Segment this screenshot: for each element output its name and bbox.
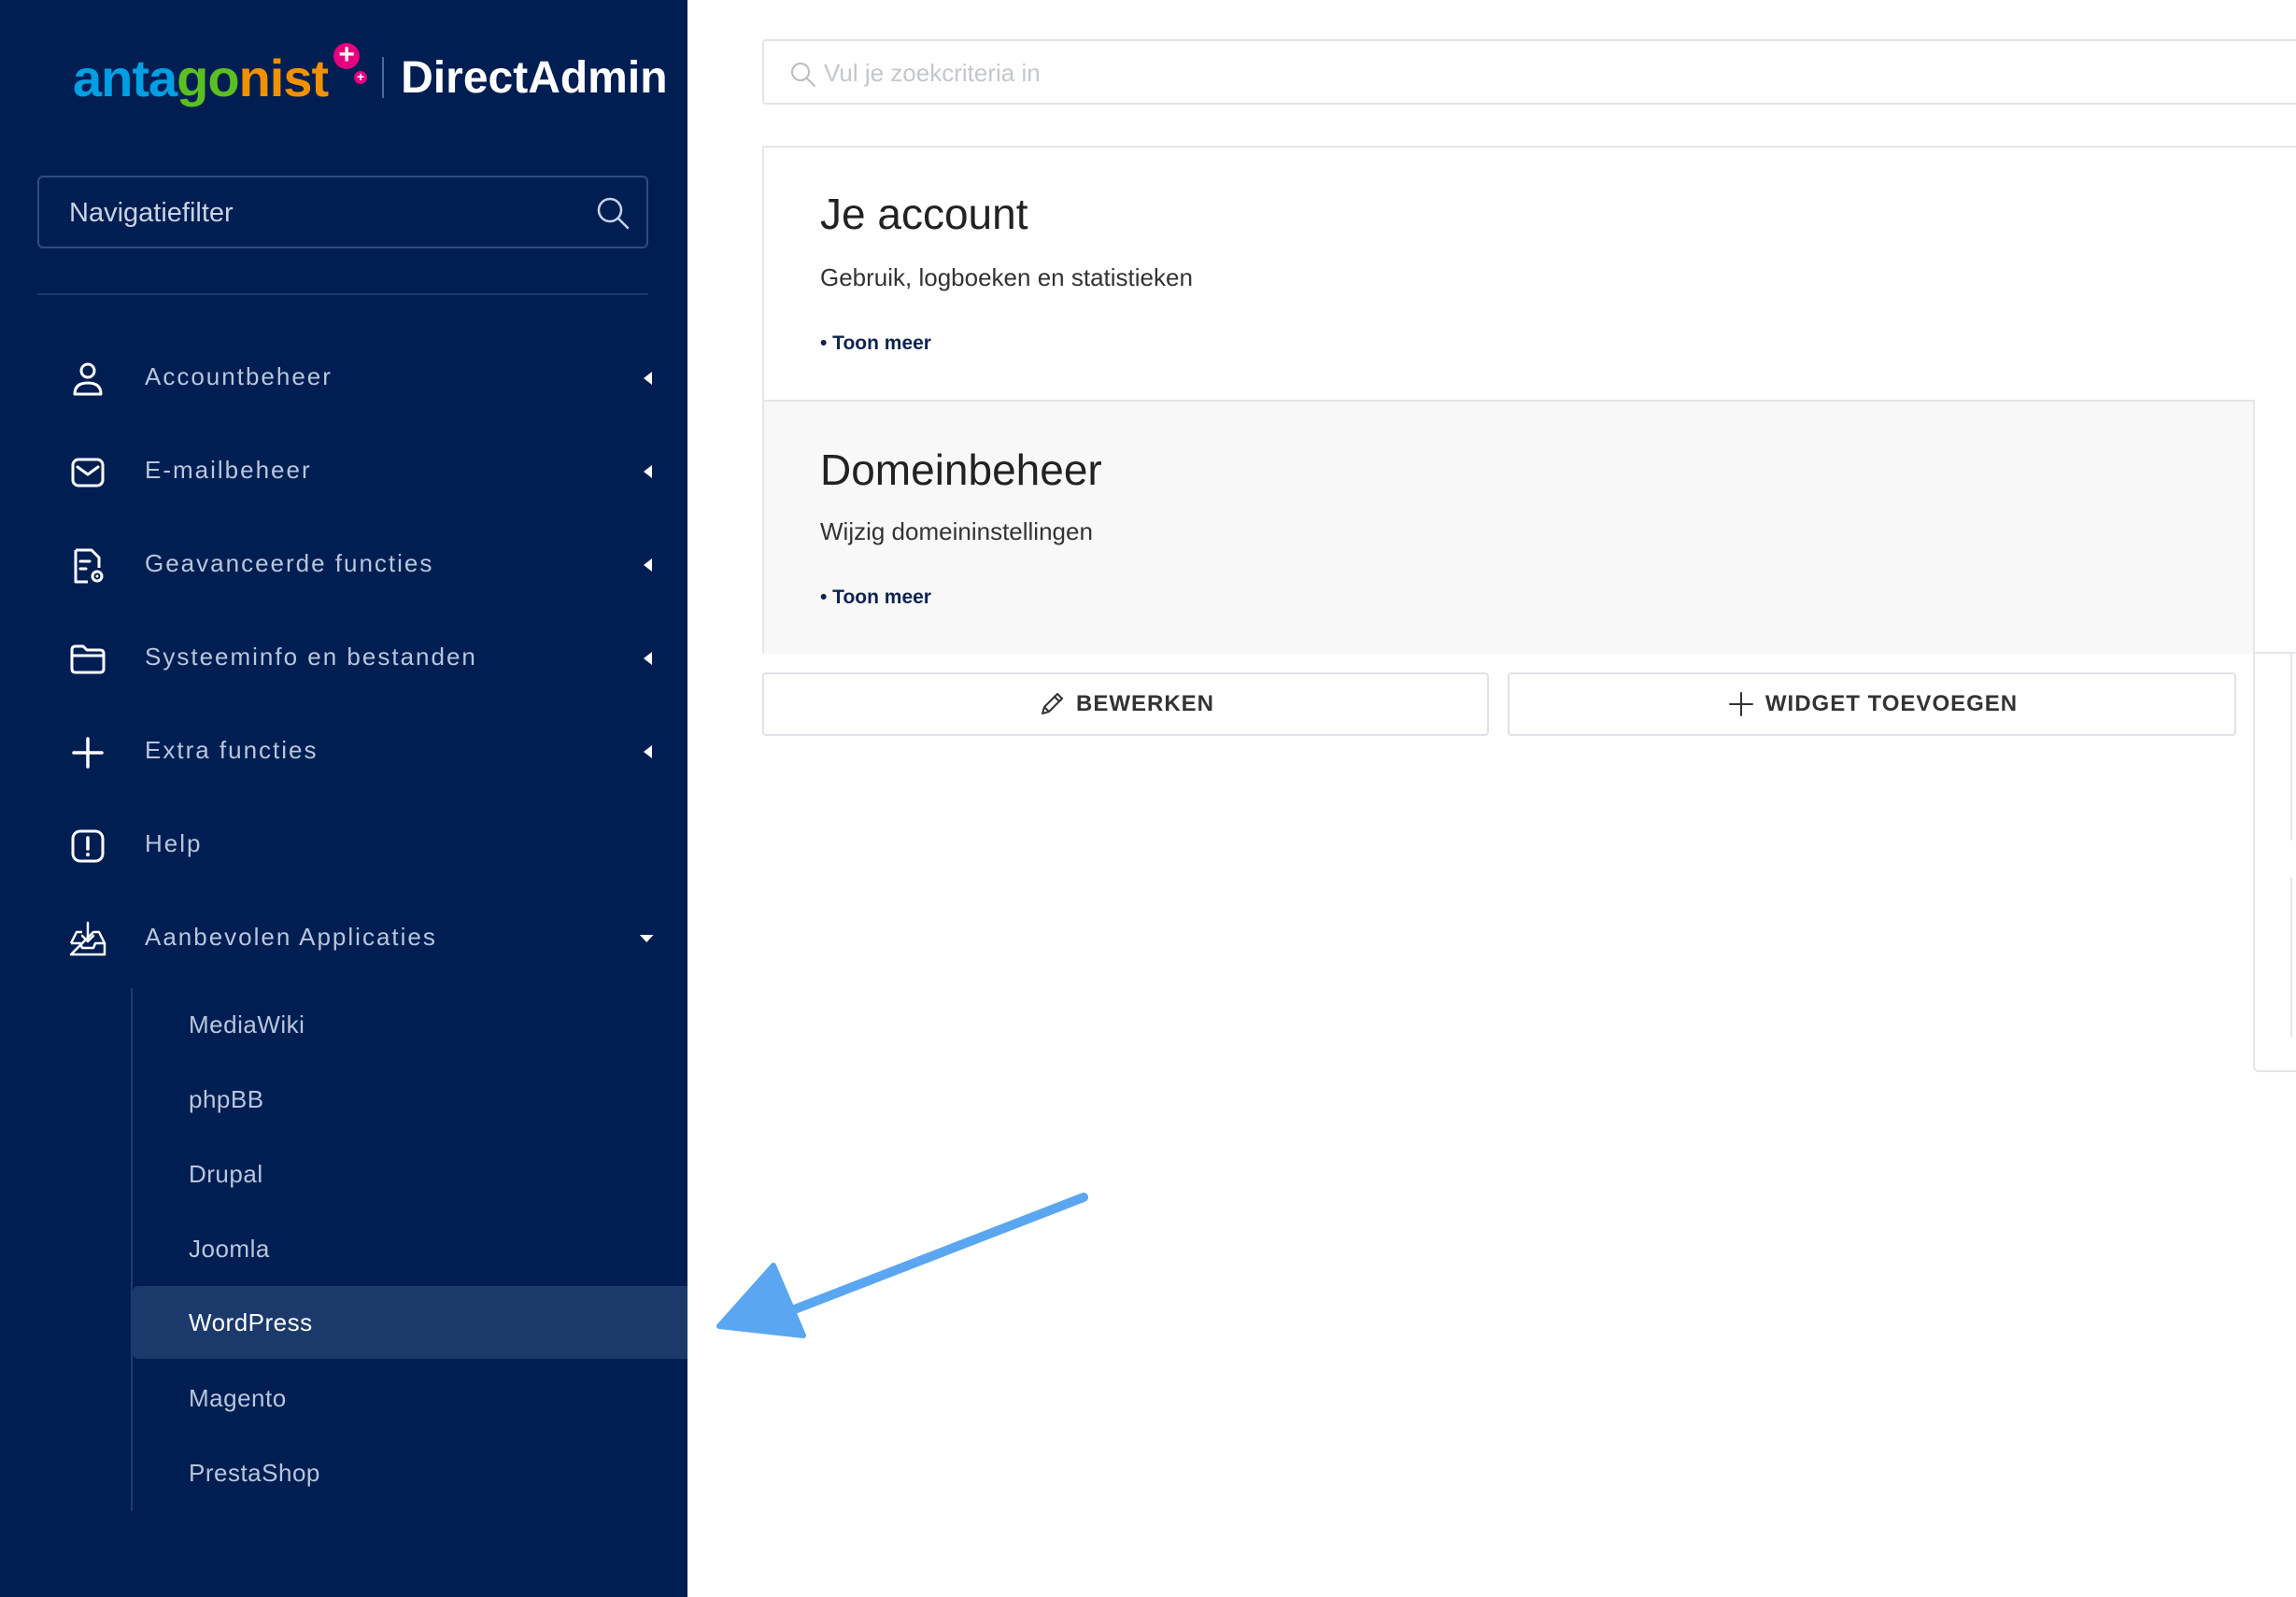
search-icon[interactable]: [594, 194, 631, 232]
submenu-item-magento[interactable]: Magento: [133, 1362, 687, 1434]
caret-left-icon: [644, 652, 652, 665]
navigation-filter: [37, 176, 648, 248]
sidebar-item-extra-functies[interactable]: Extra functies: [0, 710, 687, 794]
antagonist-logo: antagonist: [73, 48, 329, 107]
logo-plus-mark: + +: [332, 41, 369, 97]
widget-title: Je account: [820, 190, 1028, 238]
widget-domeinbeheer: Domeinbeheer Wijzig domeininstellingen •…: [764, 400, 2255, 654]
document-settings-icon: [74, 548, 104, 584]
sidebar-item-accountbeheer[interactable]: Accountbeheer: [0, 336, 687, 420]
caret-left-icon: [644, 745, 652, 758]
show-more-link[interactable]: • Toon meer: [820, 332, 931, 355]
sidebar-item-label: E-mailbeheer: [145, 456, 312, 484]
widget-je-account: Je account Gebruik, logboeken en statist…: [764, 148, 2255, 400]
show-more-link[interactable]: • Toon meer: [820, 587, 931, 609]
widget-area: Je account Gebruik, logboeken en statist…: [762, 146, 2296, 654]
sidebar-item-emailbeheer[interactable]: E-mailbeheer: [0, 430, 687, 514]
widget-title: Domeinbeheer: [820, 445, 1102, 494]
search-box: [762, 39, 2296, 105]
edit-button[interactable]: BEWERKEN: [762, 672, 1489, 736]
add-widget-button[interactable]: WIDGET TOEVOEGEN: [1508, 672, 2236, 736]
plus-icon: [72, 737, 104, 769]
logo[interactable]: antagonist + + DirectAdmin: [73, 35, 668, 120]
user-icon: [73, 362, 103, 396]
search-icon: [791, 63, 815, 87]
submenu-item-phpbb[interactable]: phpBB: [133, 1063, 687, 1136]
download-tray-icon: [69, 921, 106, 956]
logo-separator: [382, 57, 385, 98]
submenu-item-joomla[interactable]: Joomla: [133, 1212, 687, 1285]
side-widget-fragment: [2253, 654, 2296, 1072]
submenu-item-mediawiki[interactable]: MediaWiki: [133, 988, 687, 1061]
sidebar: antagonist ++ DirectAdmin Accountbeheer …: [0, 0, 687, 1597]
annotation-arrow-icon: [716, 1193, 1088, 1338]
widget-edge: [2255, 148, 2296, 652]
caret-down-icon: [639, 935, 654, 942]
alert-icon: [71, 829, 105, 863]
widget-subtitle: Wijzig domeininstellingen: [820, 517, 1093, 545]
sidebar-item-aanbevolen-applicaties[interactable]: Aanbevolen Applicaties: [0, 897, 687, 981]
caret-left-icon: [644, 465, 652, 478]
navigation-filter-input[interactable]: [67, 177, 575, 248]
submenu-item-drupal[interactable]: Drupal: [133, 1138, 687, 1210]
submenu-item-wordpress[interactable]: WordPress: [133, 1286, 687, 1359]
sidebar-item-label: Help: [145, 829, 203, 857]
pencil-icon: [1041, 693, 1063, 714]
sidebar-item-help[interactable]: Help: [0, 803, 687, 887]
sidebar-item-label: Aanbevolen Applicaties: [145, 923, 437, 951]
sidebar-item-label: Systeeminfo en bestanden: [145, 643, 477, 671]
plus-icon: [1728, 692, 1753, 716]
caret-left-icon: [644, 558, 652, 572]
sidebar-item-geavanceerde-functies[interactable]: Geavanceerde functies: [0, 523, 687, 607]
mail-icon: [71, 458, 105, 488]
search-input[interactable]: [822, 41, 2227, 105]
submenu-item-prestashop[interactable]: PrestaShop: [133, 1436, 687, 1509]
sidebar-item-label: Accountbeheer: [145, 362, 333, 390]
directadmin-logo: DirectAdmin: [401, 52, 668, 103]
folder-icon: [70, 644, 106, 674]
widget-subtitle: Gebruik, logboeken en statistieken: [820, 263, 1193, 291]
caret-left-icon: [644, 372, 652, 385]
sidebar-item-label: Geavanceerde functies: [145, 549, 434, 577]
sidebar-item-label: Extra functies: [145, 736, 319, 764]
sidebar-item-systeeminfo[interactable]: Systeeminfo en bestanden: [0, 616, 687, 700]
sidebar-divider: [37, 293, 648, 295]
